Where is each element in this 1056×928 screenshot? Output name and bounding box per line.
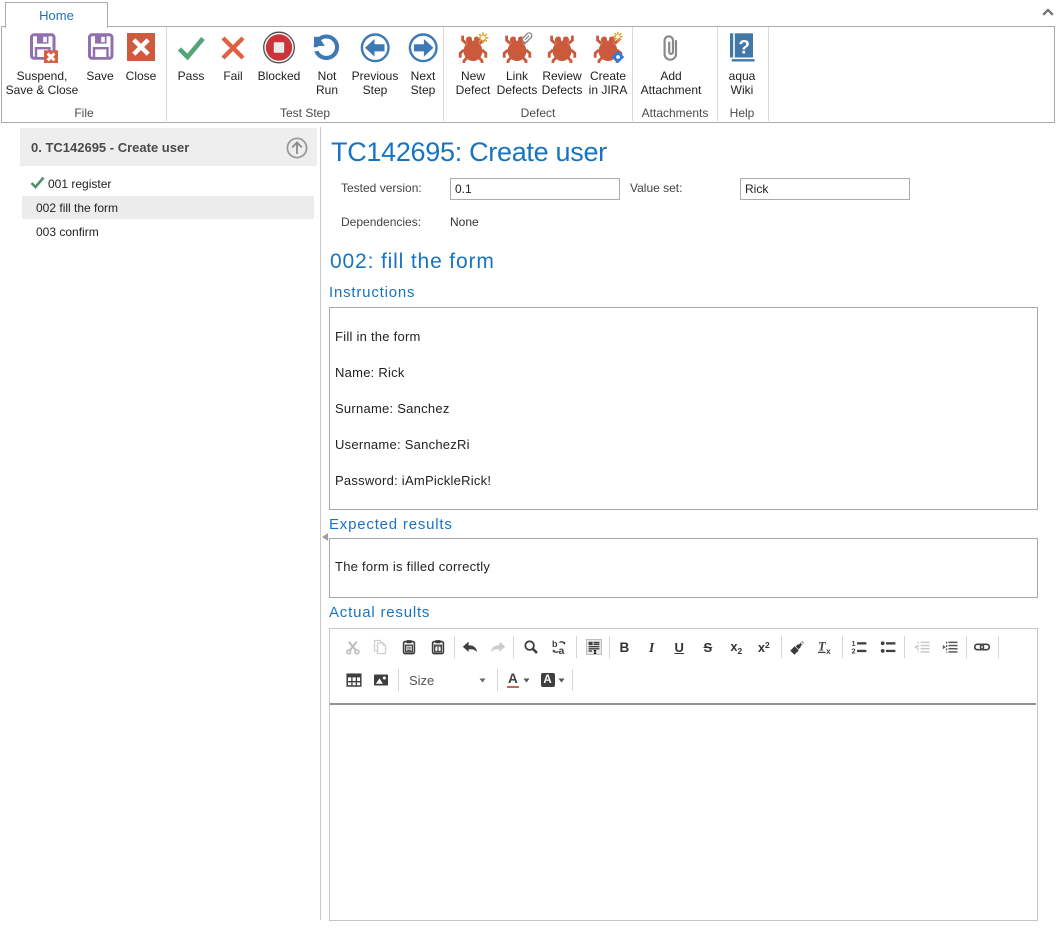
svg-text:?: ? [738,38,750,59]
svg-text:x: x [826,646,831,655]
svg-text:T: T [435,644,440,653]
svg-text:a: a [558,645,564,655]
svg-text:1: 1 [852,641,856,648]
svg-text:b: b [552,639,558,649]
svg-text:2: 2 [852,649,856,655]
